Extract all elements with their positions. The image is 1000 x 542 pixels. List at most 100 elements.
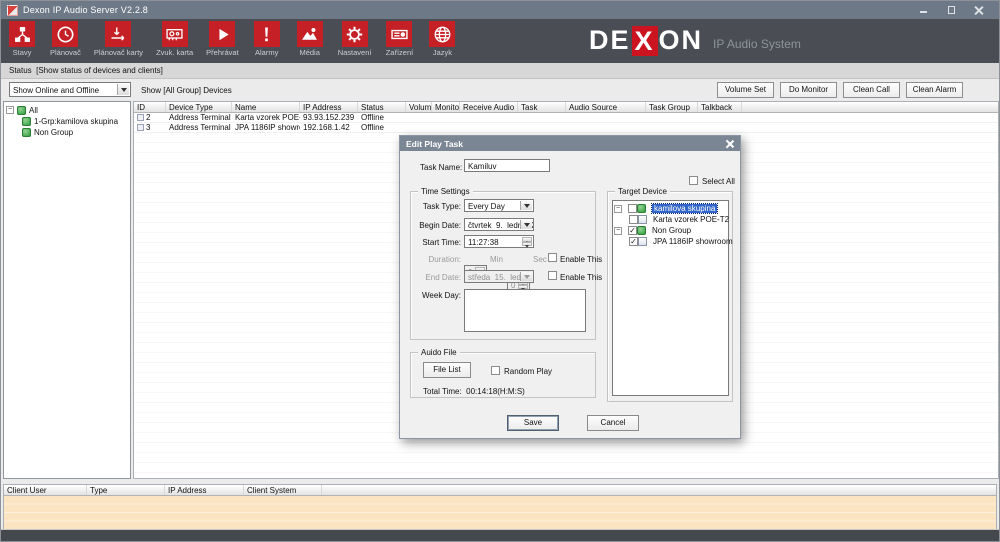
group-tree-root[interactable]: −All	[6, 105, 128, 115]
begin-date-dropdown[interactable]: čtvrtek 9. ledna 20	[464, 218, 534, 231]
toolbar-button-scheduler-clock[interactable]: Plánovač	[50, 21, 81, 57]
target-tree-item[interactable]: Karta vzorek POE-T2	[626, 214, 727, 225]
tree-checkbox-checked[interactable]: ✓	[629, 237, 638, 246]
group-icon	[637, 204, 646, 213]
column-header-audio-source[interactable]: Audio Source	[566, 102, 646, 112]
duration-label: Duration:	[411, 255, 461, 264]
column-header-client-system[interactable]: Client System	[244, 485, 322, 495]
time-settings-legend: Time Settings	[418, 187, 473, 196]
column-header-volume[interactable]: Volume	[406, 102, 432, 112]
device-icon	[137, 124, 144, 131]
column-header-ip-address[interactable]: IP Address	[300, 102, 358, 112]
cancel-button[interactable]: Cancel	[587, 415, 639, 431]
media-icon	[297, 21, 323, 47]
clean-alarm-button[interactable]: Clean Alarm	[906, 82, 963, 98]
clean-call-button[interactable]: Clean Call	[843, 82, 900, 98]
minimize-icon[interactable]	[920, 6, 929, 15]
column-header-receive-audio[interactable]: Receive Audio	[460, 102, 518, 112]
column-header-device-type[interactable]: Device Type	[166, 102, 232, 112]
maximize-icon[interactable]	[947, 6, 956, 15]
group-tree-item-label: 1-Grp:kamilova skupina	[34, 117, 118, 126]
column-header-task[interactable]: Task	[518, 102, 566, 112]
do-monitor-button[interactable]: Do Monitor	[780, 82, 837, 98]
end-date-enable-checkbox[interactable]	[548, 271, 557, 280]
status-strip: Status [Show status of devices and clien…	[1, 63, 999, 79]
toolbar-items: Stavy Plánovač Plánovač karty Zvuk. karta Př…	[7, 21, 457, 57]
toolbar-button-sound-card[interactable]: Zvuk. karta	[156, 21, 193, 57]
volume-set-button[interactable]: Volume Set	[717, 82, 774, 98]
client-table-header: Client UserTypeIP AddressClient System	[4, 485, 996, 496]
tree-checkbox[interactable]	[628, 204, 637, 213]
cell	[518, 123, 566, 132]
target-tree-item[interactable]: ✓JPA 1186IP showroom	[626, 236, 727, 247]
start-time-label: Start Time:	[411, 238, 461, 247]
duration-sec-unit: Sec	[533, 255, 547, 264]
toolbar-button-language-globe[interactable]: Jazyk	[427, 21, 457, 57]
target-tree-item[interactable]: −✓Non Group	[614, 225, 727, 236]
toolbar-button-devices[interactable]: Zařízení	[384, 21, 414, 57]
spinner-arrows-icon[interactable]	[522, 237, 532, 246]
column-header-ip-address[interactable]: IP Address	[165, 485, 244, 495]
chevron-down-icon[interactable]	[520, 201, 532, 210]
file-list-button[interactable]: File List	[423, 362, 471, 378]
save-button[interactable]: Save	[507, 415, 559, 431]
toolbar-button-card-scheduler[interactable]: Plánovač karty	[94, 21, 143, 57]
column-header-status[interactable]: Status	[358, 102, 406, 112]
toolbar-button-label: Média	[299, 48, 319, 57]
column-header-task-group[interactable]: Task Group	[646, 102, 698, 112]
client-table-rows	[4, 496, 996, 529]
cell	[518, 113, 566, 122]
show-filter-dropdown[interactable]: Show Online and Offline	[9, 82, 131, 97]
cell: 3	[134, 123, 166, 132]
toolbar-button-alarm[interactable]: Alarmy	[252, 21, 282, 57]
toolbar-button-media[interactable]: Média	[295, 21, 325, 57]
select-all-checkbox[interactable]	[689, 176, 698, 185]
toolbar-button-play[interactable]: Přehrávat	[206, 21, 239, 57]
table-row[interactable]: 3Address TerminalJPA 1186IP showroom192.…	[134, 123, 998, 133]
cell	[698, 113, 742, 122]
table-row[interactable]: 2Address TerminalKarta vzorek POE-T293.9…	[134, 113, 998, 123]
cell	[646, 123, 698, 132]
dialog-title-bar[interactable]: Edit Play Task	[400, 136, 740, 151]
toolbar-button-network-status[interactable]: Stavy	[7, 21, 37, 57]
column-header-name[interactable]: Name	[232, 102, 300, 112]
column-header-client-user[interactable]: Client User	[4, 485, 87, 495]
device-icon	[137, 114, 144, 121]
toolbar-button-settings-gear[interactable]: Nastavení	[338, 21, 372, 57]
tree-checkbox-checked[interactable]: ✓	[628, 226, 637, 235]
end-date-label: End Date:	[411, 273, 461, 282]
group-icon	[17, 106, 26, 115]
title-bar: Dexon IP Audio Server V2.2.8	[1, 1, 999, 19]
task-name-input[interactable]: Kamiluv	[464, 159, 550, 172]
tree-expander-icon[interactable]: −	[614, 205, 622, 213]
tree-checkbox[interactable]	[629, 215, 638, 224]
column-header-id[interactable]: ID	[134, 102, 166, 112]
start-time-spinner[interactable]: 11:27:38	[464, 235, 534, 248]
dialog-close-icon[interactable]	[725, 139, 734, 148]
duration-enable-checkbox[interactable]	[548, 253, 557, 262]
week-day-box[interactable]	[464, 289, 586, 332]
column-header-type[interactable]: Type	[87, 485, 165, 495]
close-icon[interactable]	[974, 6, 983, 15]
chevron-down-icon[interactable]	[520, 220, 532, 229]
tree-expander-icon[interactable]: −	[614, 227, 622, 235]
column-header-talkback[interactable]: Talkback	[698, 102, 742, 112]
target-tree-item[interactable]: −kamilova skupina	[614, 203, 727, 214]
device-icon	[638, 215, 647, 224]
group-tree-item[interactable]: 1-Grp:kamilova skupina	[22, 116, 128, 126]
random-play-checkbox[interactable]	[491, 366, 500, 375]
device-table-header: IDDevice TypeNameIP AddressStatusVolumeM…	[134, 102, 998, 113]
column-header-monitor[interactable]: Monitor	[432, 102, 460, 112]
task-type-dropdown[interactable]: Every Day	[464, 199, 534, 212]
tree-expander-icon[interactable]: −	[6, 106, 14, 114]
chevron-down-icon[interactable]	[117, 84, 129, 95]
target-device-group: Target Device −kamilova skupinaKarta vzo…	[607, 191, 733, 402]
status-text: Status [Show status of devices and clien…	[9, 66, 163, 75]
cell: Offline	[358, 123, 406, 132]
language-globe-icon	[429, 21, 455, 47]
show-filter-value: Show Online and Offline	[10, 83, 130, 95]
toolbar-button-label: Plánovač karty	[94, 48, 143, 57]
group-tree-item[interactable]: Non Group	[22, 127, 128, 137]
group-icon	[22, 117, 31, 126]
target-device-legend: Target Device	[615, 187, 670, 196]
